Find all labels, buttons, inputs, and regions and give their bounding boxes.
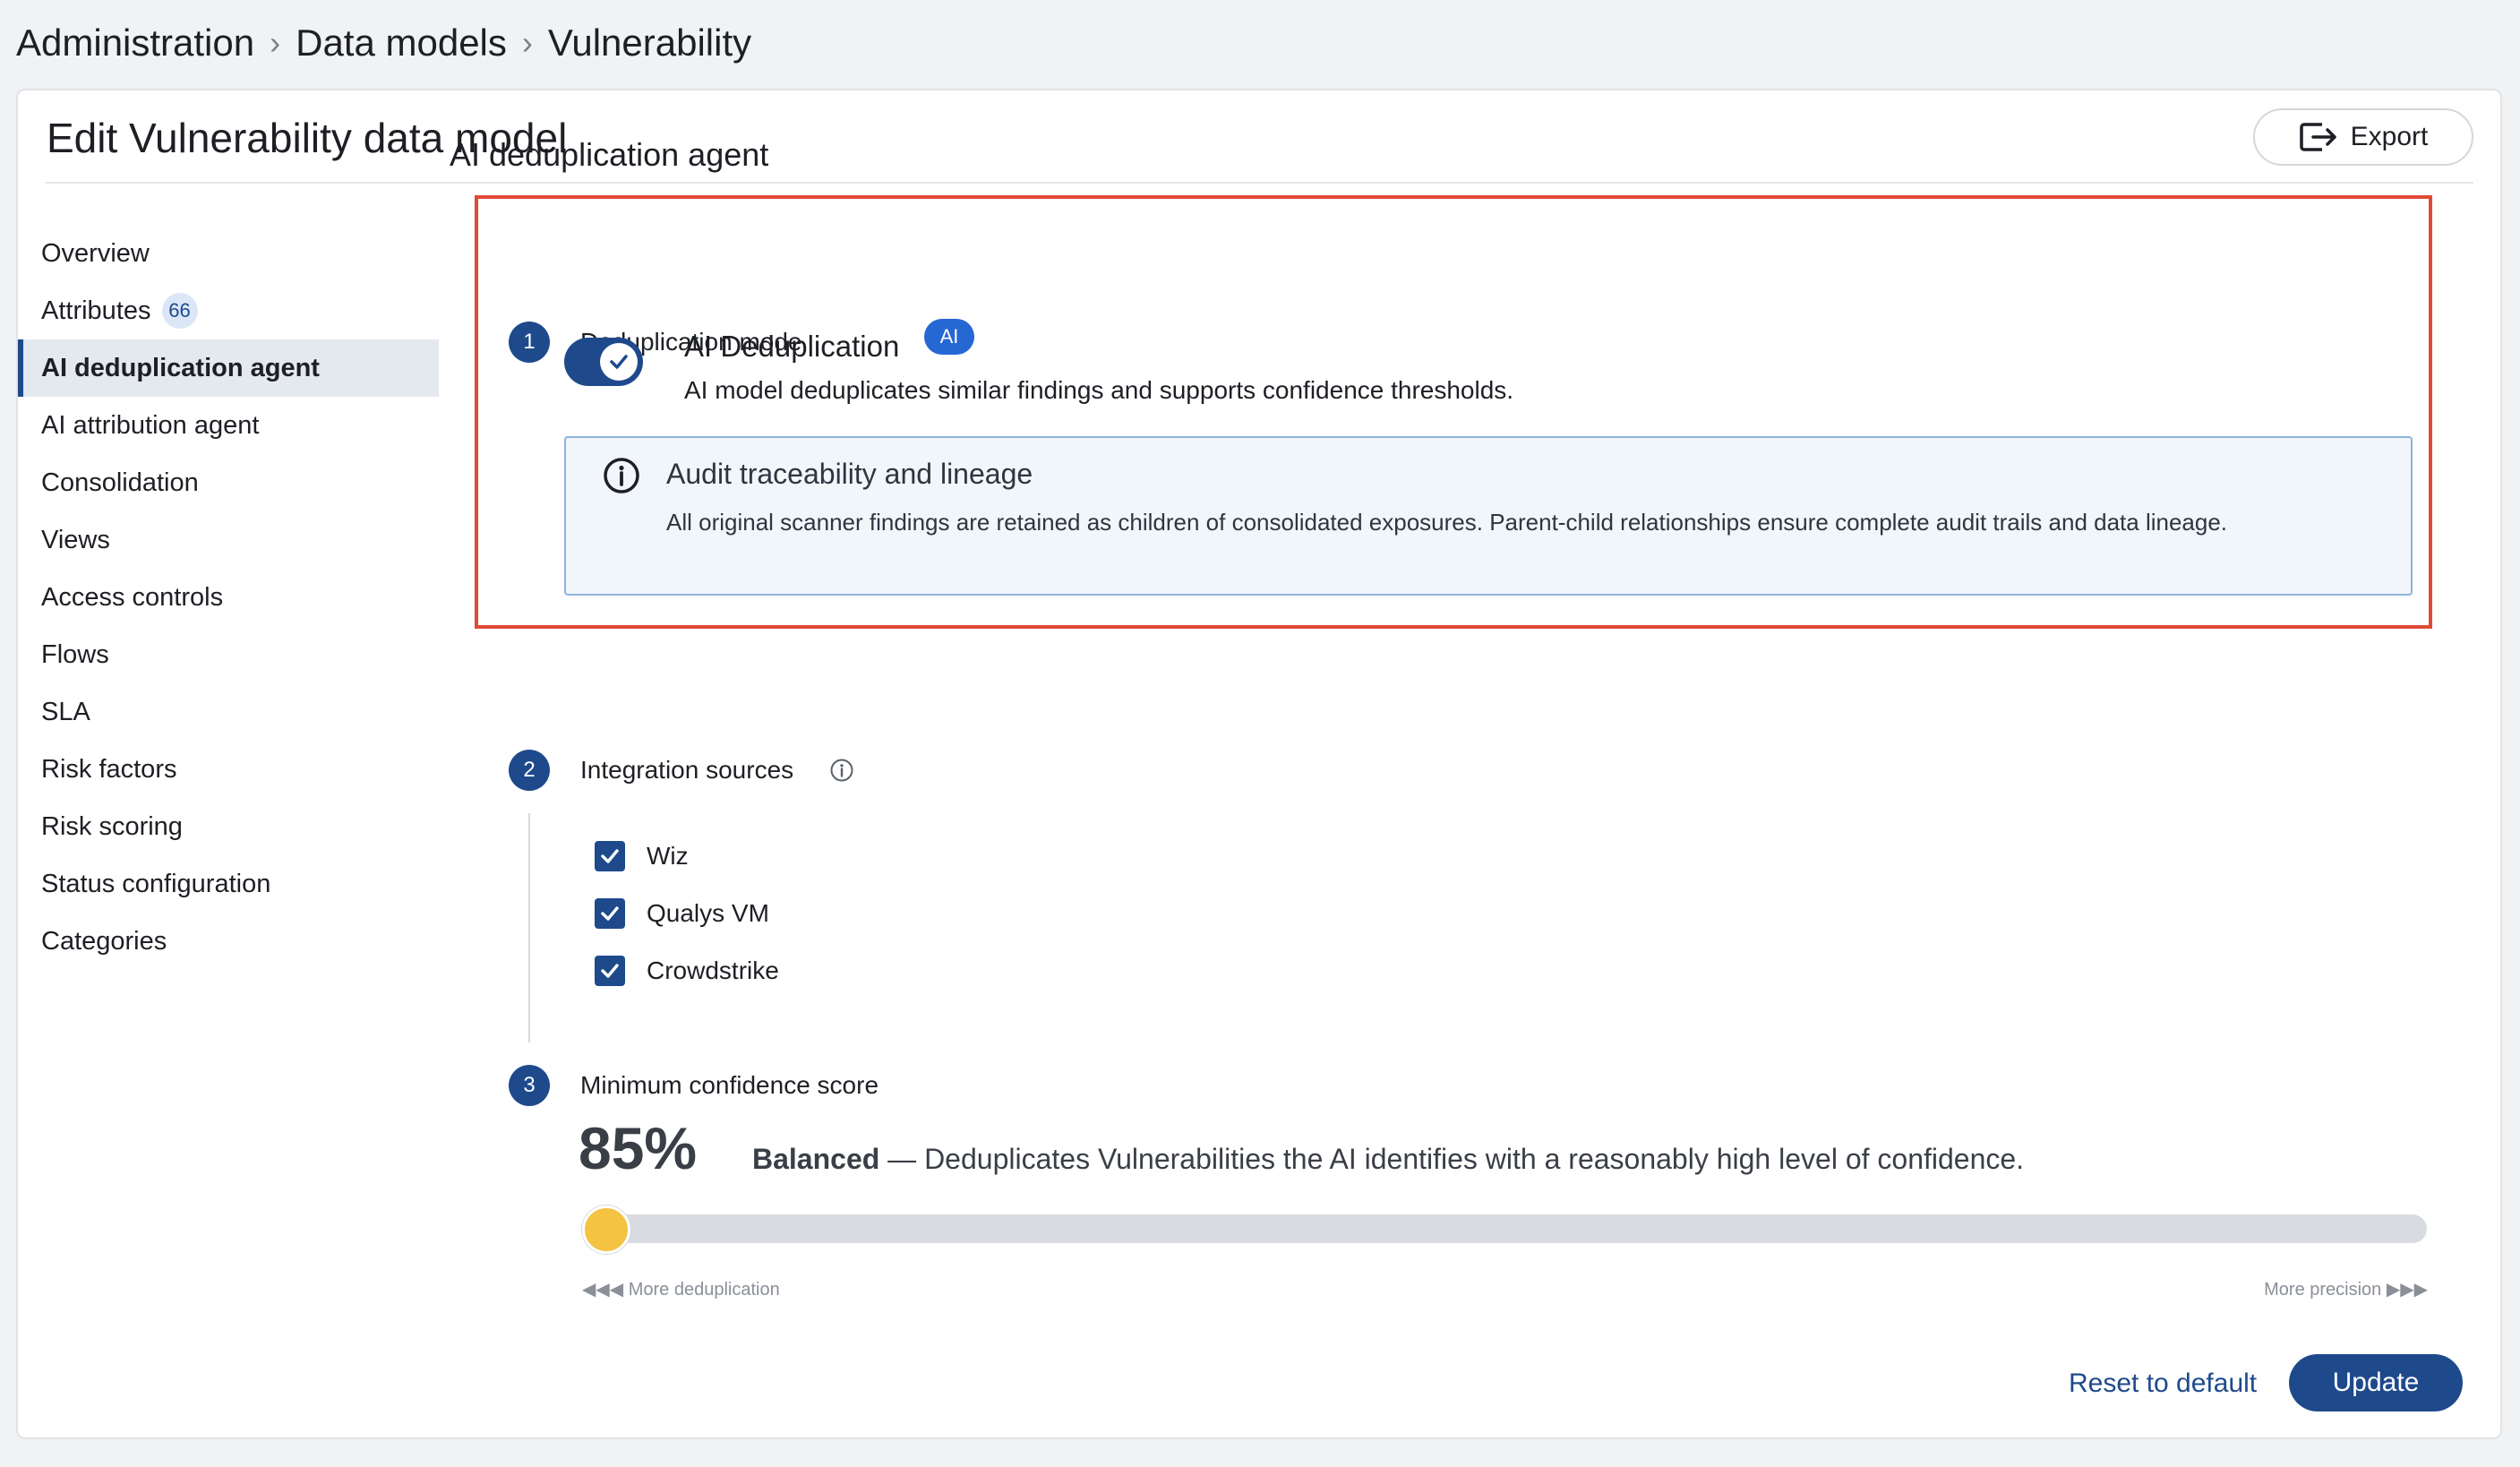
step-number-1: 1 <box>509 322 550 363</box>
confidence-slider-track[interactable] <box>582 1214 2427 1243</box>
breadcrumb-administration[interactable]: Administration <box>16 21 254 64</box>
sidebar-item-categories[interactable]: Categories <box>18 913 439 970</box>
source-checkbox-crowdstrike[interactable]: Crowdstrike <box>595 953 779 989</box>
sidebar-item-label: Categories <box>41 926 167 956</box>
sidebar-item-ai-deduplication-agent[interactable]: AI deduplication agent <box>18 339 439 397</box>
check-icon <box>601 849 619 863</box>
export-button[interactable]: Export <box>2253 108 2473 166</box>
source-label: Wiz <box>647 842 689 870</box>
sidebar-item-label: Risk factors <box>41 754 177 784</box>
step-label-integration-sources: Integration sources <box>580 756 794 784</box>
sidebar-item-ai-attribution-agent[interactable]: AI attribution agent <box>18 397 439 454</box>
info-icon[interactable] <box>829 758 854 783</box>
sidebar-item-label: Overview <box>41 238 150 268</box>
sidebar-item-label: Status configuration <box>41 869 271 898</box>
info-text: All original scanner findings are retain… <box>666 509 2228 536</box>
source-checkbox-qualys-vm[interactable]: Qualys VM <box>595 896 769 931</box>
source-checkbox-wiz[interactable]: Wiz <box>595 838 689 874</box>
sidebar-item-consolidation[interactable]: Consolidation <box>18 454 439 511</box>
confidence-level: Balanced <box>752 1143 880 1175</box>
confidence-description: Balanced — Deduplicates Vulnerabilities … <box>752 1143 2024 1176</box>
breadcrumb-data-models[interactable]: Data models <box>296 21 507 64</box>
ai-deduplication-toggle[interactable] <box>564 338 643 386</box>
ai-deduplication-title: AI Deduplication <box>684 330 900 363</box>
sidebar-item-label: AI attribution agent <box>41 410 260 440</box>
sidebar-item-label: Access controls <box>41 582 224 612</box>
sidebar-item-sla[interactable]: SLA <box>18 683 439 741</box>
sidebar-item-status-configuration[interactable]: Status configuration <box>18 855 439 913</box>
sidebar-item-risk-factors[interactable]: Risk factors <box>18 741 439 798</box>
step-number-2: 2 <box>509 750 550 791</box>
sidebar-item-views[interactable]: Views <box>18 511 439 569</box>
check-icon <box>601 906 619 921</box>
breadcrumb-vulnerability: Vulnerability <box>547 21 752 64</box>
sidebar-item-flows[interactable]: Flows <box>18 626 439 683</box>
sidebar-item-overview[interactable]: Overview <box>18 225 439 282</box>
audit-info-callout: Audit traceability and lineage All origi… <box>564 436 2413 596</box>
sidebar-item-label: Flows <box>41 639 109 669</box>
sidebar-item-access-controls[interactable]: Access controls <box>18 569 439 626</box>
sidebar-item-risk-scoring[interactable]: Risk scoring <box>18 798 439 855</box>
breadcrumb: Administration › Data models › Vulnerabi… <box>16 18 751 68</box>
info-title: Audit traceability and lineage <box>666 458 1033 490</box>
toggle-knob <box>600 343 638 381</box>
divider <box>45 182 2473 184</box>
ai-badge: AI <box>924 319 974 355</box>
check-icon <box>610 355 628 369</box>
info-icon <box>604 458 639 493</box>
sidebar-item-label: SLA <box>41 697 90 726</box>
sidebar-item-attributes[interactable]: Attributes 66 <box>18 282 439 339</box>
check-icon <box>601 964 619 978</box>
source-label: Crowdstrike <box>647 957 779 984</box>
confidence-explanation: — Deduplicates Vulnerabilities the AI id… <box>879 1143 2025 1175</box>
sidebar-item-label: Views <box>41 525 110 554</box>
update-button[interactable]: Update <box>2289 1354 2463 1411</box>
sidebar-item-label: Risk scoring <box>41 811 183 841</box>
sidebar-item-label: Attributes <box>41 296 151 325</box>
export-icon <box>2299 123 2336 151</box>
section-heading: AI deduplication agent <box>450 136 769 173</box>
step-label-minimum-confidence-score: Minimum confidence score <box>580 1071 879 1099</box>
step-number-3: 3 <box>509 1065 550 1106</box>
checkbox-checked[interactable] <box>595 956 625 986</box>
scale-label-more-deduplication: ◀◀◀ More deduplication <box>582 1280 780 1300</box>
checkbox-checked[interactable] <box>595 841 625 871</box>
chevron-right-icon: › <box>270 24 281 61</box>
chevron-right-icon: › <box>521 24 533 61</box>
confidence-slider-thumb[interactable] <box>582 1205 630 1254</box>
sidebar-item-label: AI deduplication agent <box>41 353 320 382</box>
scale-label-more-precision: More precision ▶▶▶ <box>2264 1280 2428 1300</box>
sidebar-nav: Overview Attributes 66 AI deduplication … <box>18 225 439 970</box>
source-label: Qualys VM <box>647 899 769 927</box>
checkbox-checked[interactable] <box>595 898 625 929</box>
step-connector <box>528 813 530 1042</box>
reset-to-default-link[interactable]: Reset to default <box>2069 1368 2257 1399</box>
ai-deduplication-description: AI model deduplicates similar findings a… <box>684 376 1514 404</box>
export-label: Export <box>2350 122 2429 151</box>
sidebar-item-label: Consolidation <box>41 468 199 497</box>
count-badge: 66 <box>161 293 198 329</box>
confidence-value: 85% <box>579 1115 698 1181</box>
